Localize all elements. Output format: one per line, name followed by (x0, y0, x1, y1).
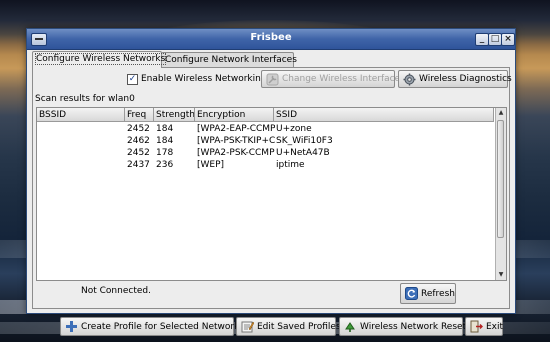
wireless-network-reset-label: Wireless Network Reset (360, 321, 467, 332)
cell-freq: 2452 (127, 124, 150, 134)
column-header-bssid[interactable]: BSSID (37, 108, 125, 122)
edit-saved-profiles-label: Edit Saved Profiles (257, 321, 341, 332)
tab-label: Configure Wireless Networks (34, 53, 167, 65)
enable-wireless-checkbox-row[interactable]: ✓ Enable Wireless Networking (127, 71, 267, 87)
refresh-button[interactable]: Refresh (400, 283, 456, 304)
tab-label: Configure Network Interfaces (165, 55, 297, 65)
cell-encryption: [WPA-PSK-TKIP+C (197, 136, 275, 146)
refresh-icon (405, 287, 418, 300)
column-header-encryption[interactable]: Encryption (195, 108, 274, 122)
cell-strength: 184 (156, 136, 174, 146)
cell-freq: 2452 (127, 148, 150, 158)
exit-label: Exit (486, 321, 504, 332)
change-wireless-interface-label: Change Wireless Interface (282, 74, 401, 84)
cell-ssid: U+zone (276, 124, 312, 134)
cell-freq: 2462 (127, 136, 150, 146)
column-header-strength[interactable]: Strength (154, 108, 195, 122)
cell-strength: 178 (156, 148, 174, 158)
wireless-diagnostics-button[interactable]: Wireless Diagnostics (398, 70, 512, 88)
connection-status: Not Connected. (81, 286, 151, 296)
scan-results-label: Scan results for wlan0 (35, 94, 135, 104)
scroll-down-icon[interactable]: ▼ (496, 270, 506, 280)
tab-configure-wireless-networks[interactable]: Configure Wireless Networks (32, 51, 167, 68)
cell-encryption: [WPA2-EAP-CCMP (197, 124, 275, 134)
enable-wireless-checkbox[interactable]: ✓ (127, 73, 138, 85)
gear-icon (403, 73, 416, 86)
cell-ssid: SK_WiFi10F3 (276, 136, 333, 146)
close-button[interactable]: × (501, 33, 515, 46)
table-row[interactable]: 2462 184 [WPA-PSK-TKIP+C SK_WiFi10F3 (37, 136, 494, 147)
table-row[interactable]: 2452 184 [WPA2-EAP-CCMP U+zone (37, 124, 494, 135)
cell-strength: 236 (156, 160, 174, 170)
create-profile-button[interactable]: Create Profile for Selected Network (60, 317, 239, 336)
maximize-button[interactable]: □ (488, 33, 502, 46)
table-row[interactable]: 2452 178 [WPA2-PSK-CCMP U+NetA47B (37, 148, 494, 159)
scrollbar-thumb[interactable] (497, 120, 504, 238)
tab-configure-network-interfaces[interactable]: Configure Network Interfaces (161, 52, 297, 68)
change-wireless-interface-button[interactable]: Change Wireless Interface (261, 70, 400, 88)
column-header-freq[interactable]: Freq (125, 108, 154, 122)
plus-icon (65, 320, 78, 333)
scroll-up-icon[interactable]: ▲ (496, 108, 506, 118)
minimize-button[interactable]: _ (475, 33, 489, 46)
cell-ssid: iptime (276, 160, 305, 170)
cell-freq: 2437 (127, 160, 150, 170)
exit-button[interactable]: Exit (465, 317, 503, 336)
title-bar[interactable]: Frisbee _ □ × (27, 29, 515, 50)
cell-encryption: [WPA2-PSK-CCMP (197, 148, 275, 158)
create-profile-label: Create Profile for Selected Network (81, 321, 240, 332)
cell-encryption: [WEP] (197, 160, 225, 170)
desktop-background: Frisbee _ □ × Configure Wireless Network… (0, 0, 550, 342)
reset-icon (344, 320, 357, 333)
wireless-diagnostics-label: Wireless Diagnostics (419, 74, 512, 84)
wireless-network-reset-button[interactable]: Wireless Network Reset (339, 317, 467, 336)
refresh-label: Refresh (421, 288, 455, 299)
window-title: Frisbee (250, 32, 292, 43)
edit-saved-profiles-button[interactable]: Edit Saved Profiles (236, 317, 341, 336)
edit-icon (241, 320, 255, 333)
exit-icon (470, 320, 483, 333)
scan-results-list[interactable]: BSSID Freq Strength Encryption SSID 2452… (36, 107, 507, 281)
cell-strength: 184 (156, 124, 174, 134)
tab-panel: ✓ Enable Wireless Networking Change Wire… (32, 67, 512, 336)
frisbee-window: Frisbee _ □ × Configure Wireless Network… (26, 28, 516, 336)
list-header: BSSID Freq Strength Encryption SSID (37, 108, 494, 122)
cell-ssid: U+NetA47B (276, 148, 330, 158)
vertical-scrollbar[interactable]: ▲ ▼ (495, 108, 506, 280)
wrench-icon (266, 73, 279, 86)
enable-wireless-label: Enable Wireless Networking (141, 74, 267, 84)
table-row[interactable]: 2437 236 [WEP] iptime (37, 160, 494, 171)
column-header-ssid[interactable]: SSID (274, 108, 494, 122)
